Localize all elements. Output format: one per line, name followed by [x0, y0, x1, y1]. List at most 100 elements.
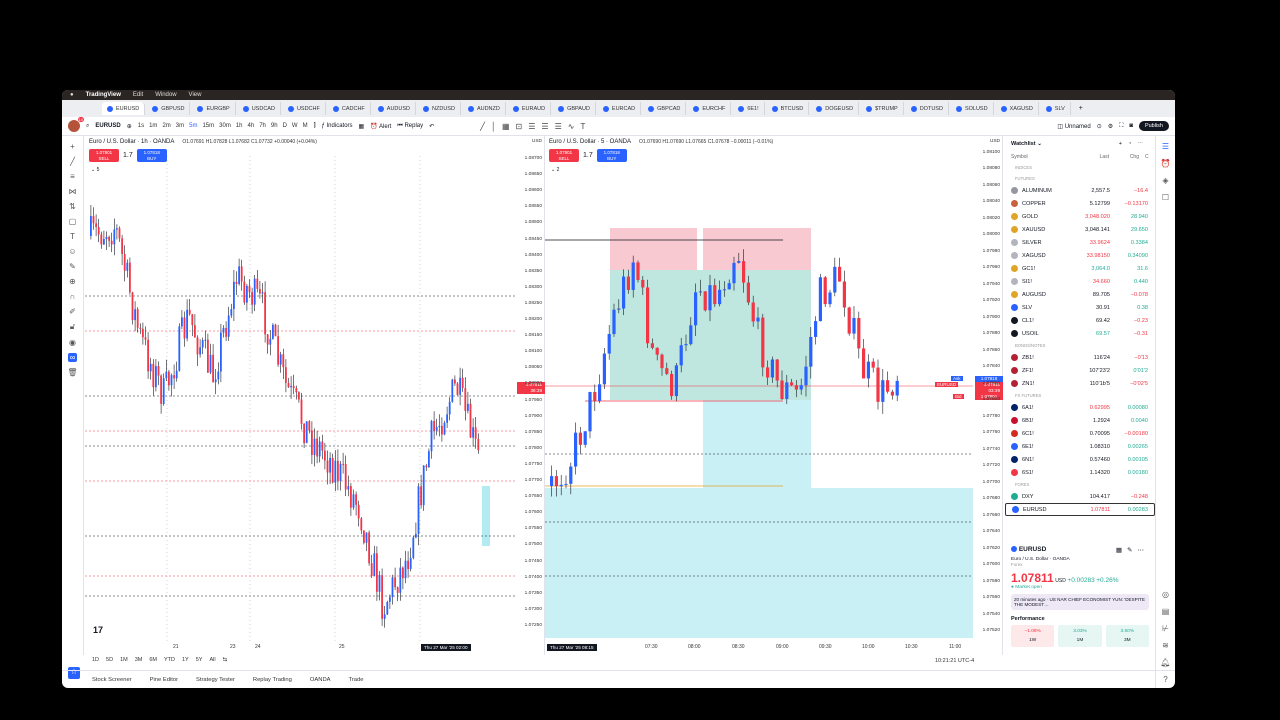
interval-7h[interactable]: 7h	[259, 123, 266, 129]
menu-view[interactable]: View	[189, 92, 202, 98]
watchlist-title[interactable]: Watchlist	[1011, 141, 1036, 147]
sell-button[interactable]: 1.07801 SELL	[89, 149, 119, 162]
fullscreen-icon[interactable]: ⛶	[1119, 123, 1123, 130]
col-chg[interactable]: Chg	[1109, 154, 1139, 160]
alert-button[interactable]: ⏰ Alert	[370, 123, 391, 130]
symbol-tab[interactable]: DOTUSD	[906, 102, 949, 115]
symbol-tab[interactable]: EURAUD	[508, 102, 552, 115]
symbol-tab[interactable]: AUDUSD	[373, 102, 417, 115]
news-headline[interactable]: 20 minutes ago · US NAR CHIEF ECONOMIST …	[1011, 594, 1149, 610]
ideas-icon[interactable]: ⊬	[1162, 624, 1169, 633]
indicators-toggle[interactable]: ⌄ 5	[91, 167, 99, 173]
symbol-tab[interactable]: GBPAUD	[553, 102, 596, 115]
interval-15m[interactable]: 15m	[202, 123, 214, 129]
watchlist-row[interactable]: AUGUSD 89.705 −0.078	[1005, 288, 1155, 301]
performance-card[interactable]: 3.03% 1M	[1058, 625, 1102, 647]
watchlist-section[interactable]: FOREX	[1005, 479, 1155, 490]
interval-2m[interactable]: 2m	[162, 123, 170, 129]
watchlist-row[interactable]: SILVER 33.9624 0.3384	[1005, 236, 1155, 249]
interval-M[interactable]: M	[303, 123, 308, 129]
right-chart-canvas[interactable]	[545, 136, 1003, 655]
interval-3m[interactable]: 3m	[176, 123, 184, 129]
forecast-icon[interactable]: ⇅	[69, 202, 76, 211]
watchlist-row[interactable]: XAUUSD 3,048.141 29.650	[1005, 223, 1155, 236]
symbol-tab[interactable]: USDCHF	[283, 102, 326, 115]
watchlist-row[interactable]: 6N1! 0.57460 0.00105	[1005, 453, 1155, 466]
interval-1s[interactable]: 1s	[138, 123, 144, 129]
bottom-tab[interactable]: Stock Screener	[92, 677, 132, 683]
watchlist-row[interactable]: COPPER 5.12799 −0.13170	[1005, 197, 1155, 210]
watchlist-icon[interactable]: ☰	[1162, 142, 1169, 151]
symbol-tab[interactable]: NZDUSD	[418, 102, 461, 115]
watchlist-section[interactable]: INDICES	[1005, 162, 1155, 173]
col-last[interactable]: Last	[1071, 154, 1109, 160]
symbol-tab[interactable]: $TRUMP	[861, 102, 904, 115]
bottom-tab[interactable]: Trade	[349, 677, 364, 683]
camera-icon[interactable]: ◙	[1129, 123, 1133, 129]
templates-icon[interactable]: ▦	[359, 123, 365, 130]
menu-app[interactable]: TradingView	[86, 92, 121, 98]
left-price-axis[interactable]: USD 1.07811 38:39 1.08700 1.08650 1.08600 1.…	[515, 136, 545, 655]
watchlist-row[interactable]: GC1! 3,064.0 31.6	[1005, 262, 1155, 275]
menu-window[interactable]: Window	[155, 92, 176, 98]
alerts-icon[interactable]: ⏰	[1161, 159, 1171, 168]
eye-icon[interactable]: ◉	[69, 338, 76, 347]
left-chart-title[interactable]: Euro / U.S. Dollar · 1h · OANDA	[89, 139, 174, 145]
symbol-tab[interactable]: AUDNZD	[463, 102, 506, 115]
interval-D[interactable]: D	[283, 123, 287, 129]
currency-label[interactable]: USD	[532, 139, 542, 144]
avatar[interactable]: 10	[68, 117, 84, 132]
symbol-tab[interactable]: EURCAD	[598, 102, 642, 115]
layout-button[interactable]: ◫ Unnamed	[1057, 123, 1090, 130]
range-5D[interactable]: 5D	[106, 657, 113, 663]
magnet-icon[interactable]: ∩	[70, 292, 76, 301]
bottom-tab[interactable]: OANDA	[310, 677, 331, 683]
currency-label[interactable]: USD	[990, 139, 1000, 144]
range-YTD[interactable]: YTD	[164, 657, 175, 663]
col-chgp[interactable]: C	[1145, 154, 1149, 160]
range-3M[interactable]: 3M	[135, 657, 143, 663]
right-chart-title[interactable]: Euro / U.S. Dollar · 5 · OANDA	[549, 139, 631, 145]
watchlist-section[interactable]: BONDS/NOTES	[1005, 340, 1155, 351]
indicators-button[interactable]: ƒ Indicators	[322, 123, 353, 129]
bottom-tab[interactable]: Replay Trading	[253, 677, 292, 683]
symbol-tab[interactable]: EURCHF	[688, 102, 732, 115]
left-chart-pane[interactable]: Euro / U.S. Dollar · 1h · OANDA O1.07691 …	[85, 136, 545, 655]
drawing-tools-icons[interactable]: ╱│▦⊡☰☰☰∿T	[480, 122, 591, 131]
range-All[interactable]: All	[209, 657, 215, 663]
col-symbol[interactable]: Symbol	[1011, 154, 1071, 160]
watchlist-row[interactable]: 6B1! 1.2924 0.0040	[1005, 414, 1155, 427]
signal-icon[interactable]: ≋	[1162, 641, 1169, 650]
performance-card[interactable]: −1.08% 1W	[1011, 625, 1055, 647]
watchlist-row[interactable]: ZN1! 110'1b'5 −0'02'5	[1005, 377, 1155, 390]
buy-button[interactable]: 1.07818 BUY	[596, 149, 627, 162]
right-chart-pane[interactable]: Euro / U.S. Dollar · 5 · OANDA O1.07690 H…	[545, 136, 1003, 655]
watchlist-section[interactable]: FX FUTURES	[1005, 390, 1155, 401]
symbol-tab[interactable]: EURUSD	[102, 102, 146, 115]
interval-1h[interactable]: 1h	[236, 123, 243, 129]
settings-icon[interactable]: ⚙	[1108, 123, 1113, 130]
interval-4h[interactable]: 4h	[248, 123, 255, 129]
range-1Y[interactable]: 1Y	[182, 657, 189, 663]
compare-icon[interactable]: ⊕	[127, 123, 132, 130]
interval-1m[interactable]: 1m	[149, 123, 157, 129]
sell-button[interactable]: 1.07801 SELL	[549, 149, 579, 162]
candle-type-icon[interactable]: ⫿	[314, 123, 316, 130]
watchlist-row[interactable]: ALUMINUM 2,557.5 −16.4	[1005, 184, 1155, 197]
range-1M[interactable]: 1M	[120, 657, 128, 663]
layers-icon[interactable]: ◈	[1162, 176, 1168, 185]
replay-button[interactable]: ⏮ Replay	[397, 123, 423, 130]
chat-icon[interactable]: ☐	[1162, 193, 1169, 202]
watchlist-row[interactable]: CL1! 69.42 −0.23	[1005, 314, 1155, 327]
link-icon[interactable]: ∞	[67, 353, 78, 362]
performance-card[interactable]: 3.50% 3M	[1105, 625, 1149, 647]
details-actions-icons[interactable]: ▦✎⋯	[1116, 546, 1149, 554]
right-time-axis[interactable]: 07:30 08:00 08:30 09:00 09:30 10:00 10:30 11:00	[545, 641, 973, 655]
symbol-tab[interactable]: EURGBP	[192, 102, 236, 115]
right-price-axis[interactable]: USD 1.07818 1.07811 03:39 1.07801 1.08100…	[973, 136, 1003, 655]
range-5Y[interactable]: 5Y	[196, 657, 203, 663]
watchlist-row[interactable]: 6E1! 1.08310 0.00265	[1005, 440, 1155, 453]
interval-5m[interactable]: 5m	[189, 123, 197, 129]
range-6M[interactable]: 6M	[149, 657, 157, 663]
watchlist-row[interactable]: EURUSD 1.07811 0.00283	[1005, 503, 1155, 516]
